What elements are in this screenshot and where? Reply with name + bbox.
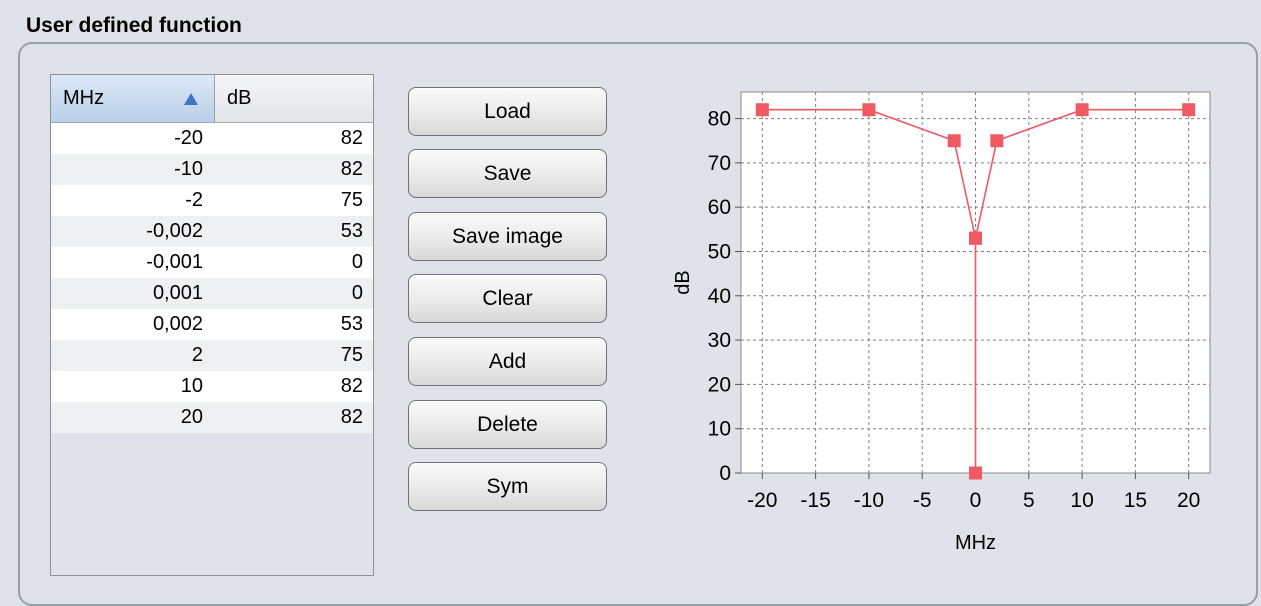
- table-header: MHz dB: [51, 75, 373, 123]
- cell-mhz[interactable]: -0,001: [51, 247, 215, 278]
- save-button[interactable]: Save: [408, 149, 607, 198]
- column-header-mhz[interactable]: MHz: [51, 75, 215, 122]
- x-tick-label: 15: [1124, 489, 1147, 512]
- cell-db[interactable]: 53: [215, 309, 373, 340]
- add-button[interactable]: Add: [408, 337, 607, 386]
- table-row[interactable]: 20 82: [51, 402, 373, 433]
- y-axis-label: dB: [672, 270, 694, 294]
- y-tick-label: 80: [708, 108, 731, 131]
- y-tick-label: 10: [708, 418, 731, 441]
- cell-db[interactable]: 82: [215, 402, 373, 433]
- x-tick-label: 10: [1070, 489, 1093, 512]
- data-point: [947, 134, 961, 148]
- x-tick-label: 20: [1177, 489, 1200, 512]
- load-button[interactable]: Load: [408, 87, 607, 136]
- x-tick-label: -20: [747, 489, 777, 512]
- y-tick-label: 20: [708, 373, 731, 396]
- table-row[interactable]: -20 82: [51, 123, 373, 154]
- x-tick-label: 5: [1023, 489, 1035, 512]
- function-table[interactable]: MHz dB -20 82 -10 82 -2 75 -0,002 53 -0,001 0 0,00…: [50, 74, 374, 576]
- cell-db[interactable]: 0: [215, 247, 373, 278]
- sort-ascending-icon: [184, 93, 198, 105]
- column-header-db-label: dB: [227, 87, 252, 109]
- table-row[interactable]: 2 75: [51, 340, 373, 371]
- panel-title: User defined function: [26, 14, 242, 37]
- data-point: [969, 466, 983, 480]
- save-image-button[interactable]: Save image: [408, 212, 607, 261]
- table-row[interactable]: 10 82: [51, 371, 373, 402]
- cell-db[interactable]: 75: [215, 340, 373, 371]
- data-point: [990, 134, 1004, 148]
- table-row[interactable]: -0,002 53: [51, 216, 373, 247]
- column-header-db[interactable]: dB: [215, 75, 373, 122]
- table-row[interactable]: 0,002 53: [51, 309, 373, 340]
- table-row[interactable]: -10 82: [51, 154, 373, 185]
- cell-mhz[interactable]: 0,001: [51, 278, 215, 309]
- y-tick-label: 70: [708, 152, 731, 175]
- data-point: [862, 103, 876, 117]
- cell-db[interactable]: 82: [215, 154, 373, 185]
- function-chart: -20 -15 -10 -5 0 5 10 15 20 0 10 20 30 40 50 60 70 80 MHz d…: [630, 80, 1230, 585]
- data-point: [755, 103, 769, 117]
- cell-db[interactable]: 75: [215, 185, 373, 216]
- cell-db[interactable]: 82: [215, 123, 373, 154]
- y-tick-label: 60: [708, 196, 731, 219]
- y-tick-label: 40: [708, 285, 731, 308]
- x-tick-label: -5: [913, 489, 932, 512]
- table-row[interactable]: -2 75: [51, 185, 373, 216]
- chart-svg: -20 -15 -10 -5 0 5 10 15 20 0 10 20 30 40 50 60 70 80 MHz d…: [672, 91, 1211, 554]
- sym-button[interactable]: Sym: [408, 462, 607, 511]
- cell-db[interactable]: 82: [215, 371, 373, 402]
- y-tick-label: 30: [708, 329, 731, 352]
- data-point: [1075, 103, 1089, 117]
- cell-mhz[interactable]: -0,002: [51, 216, 215, 247]
- y-tick-label: 50: [708, 240, 731, 263]
- x-axis-label: MHz: [955, 532, 996, 554]
- cell-db[interactable]: 0: [215, 278, 373, 309]
- y-tick-label: 0: [719, 462, 731, 485]
- cell-mhz[interactable]: -10: [51, 154, 215, 185]
- x-tick-label: 0: [970, 489, 982, 512]
- cell-mhz[interactable]: -20: [51, 123, 215, 154]
- cell-mhz[interactable]: 0,002: [51, 309, 215, 340]
- x-tick-label: -15: [800, 489, 830, 512]
- cell-db[interactable]: 53: [215, 216, 373, 247]
- table-row[interactable]: 0,001 0: [51, 278, 373, 309]
- clear-button[interactable]: Clear: [408, 274, 607, 323]
- data-point: [1182, 103, 1196, 117]
- cell-mhz[interactable]: 10: [51, 371, 215, 402]
- column-header-mhz-label: MHz: [63, 87, 105, 109]
- cell-mhz[interactable]: 2: [51, 340, 215, 371]
- table-body: -20 82 -10 82 -2 75 -0,002 53 -0,001 0 0,001 0 0,002…: [51, 123, 373, 433]
- x-tick-label: -10: [854, 489, 884, 512]
- cell-mhz[interactable]: -2: [51, 185, 215, 216]
- delete-button[interactable]: Delete: [408, 400, 607, 449]
- cell-mhz[interactable]: 20: [51, 402, 215, 433]
- table-row[interactable]: -0,001 0: [51, 247, 373, 278]
- data-point: [969, 231, 983, 245]
